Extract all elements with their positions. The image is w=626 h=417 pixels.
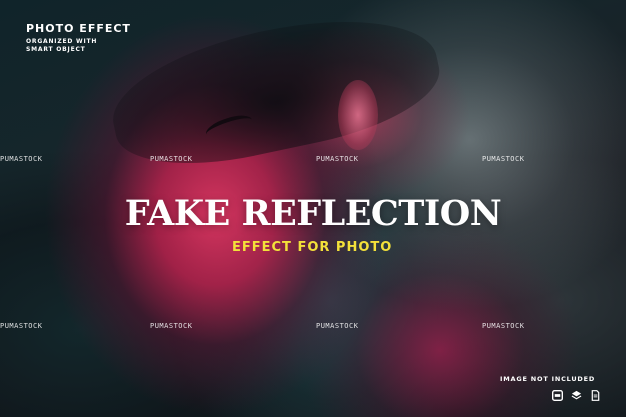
- brand-subtitle-line2: SMART OBJECT: [26, 46, 86, 53]
- watermark: PUMASTOCK: [482, 155, 525, 163]
- watermark: PUMASTOCK: [0, 322, 43, 330]
- watermark: PUMASTOCK: [482, 322, 525, 330]
- watermark: PUMASTOCK: [316, 322, 359, 330]
- ear-glow: [338, 80, 378, 150]
- watermark: PUMASTOCK: [316, 155, 359, 163]
- headline-title: FAKE REFLECTION: [124, 193, 502, 234]
- headline-block: FAKE REFLECTION: [0, 194, 626, 234]
- brand-subtitle-line1: ORGANIZED WITH: [26, 38, 98, 45]
- watermark: PUMASTOCK: [150, 155, 193, 163]
- layers-icon: [571, 390, 582, 400]
- headline-subtitle: EFFECT FOR PHOTO: [232, 240, 393, 255]
- brand-title: PHOTO EFFECT: [26, 22, 131, 35]
- brand-subtitle: ORGANIZED WITH SMART OBJECT: [26, 38, 131, 54]
- document-icon: [591, 390, 600, 401]
- image-not-included-note: IMAGE NOT INCLUDED: [500, 375, 596, 383]
- footer-icons: [552, 390, 601, 401]
- watermark: PUMASTOCK: [150, 322, 193, 330]
- photoshop-icon: [552, 390, 563, 401]
- brand-block: PHOTO EFFECT ORGANIZED WITH SMART OBJECT: [26, 22, 131, 54]
- watermark: PUMASTOCK: [0, 155, 43, 163]
- poster-canvas: PHOTO EFFECT ORGANIZED WITH SMART OBJECT…: [0, 0, 626, 417]
